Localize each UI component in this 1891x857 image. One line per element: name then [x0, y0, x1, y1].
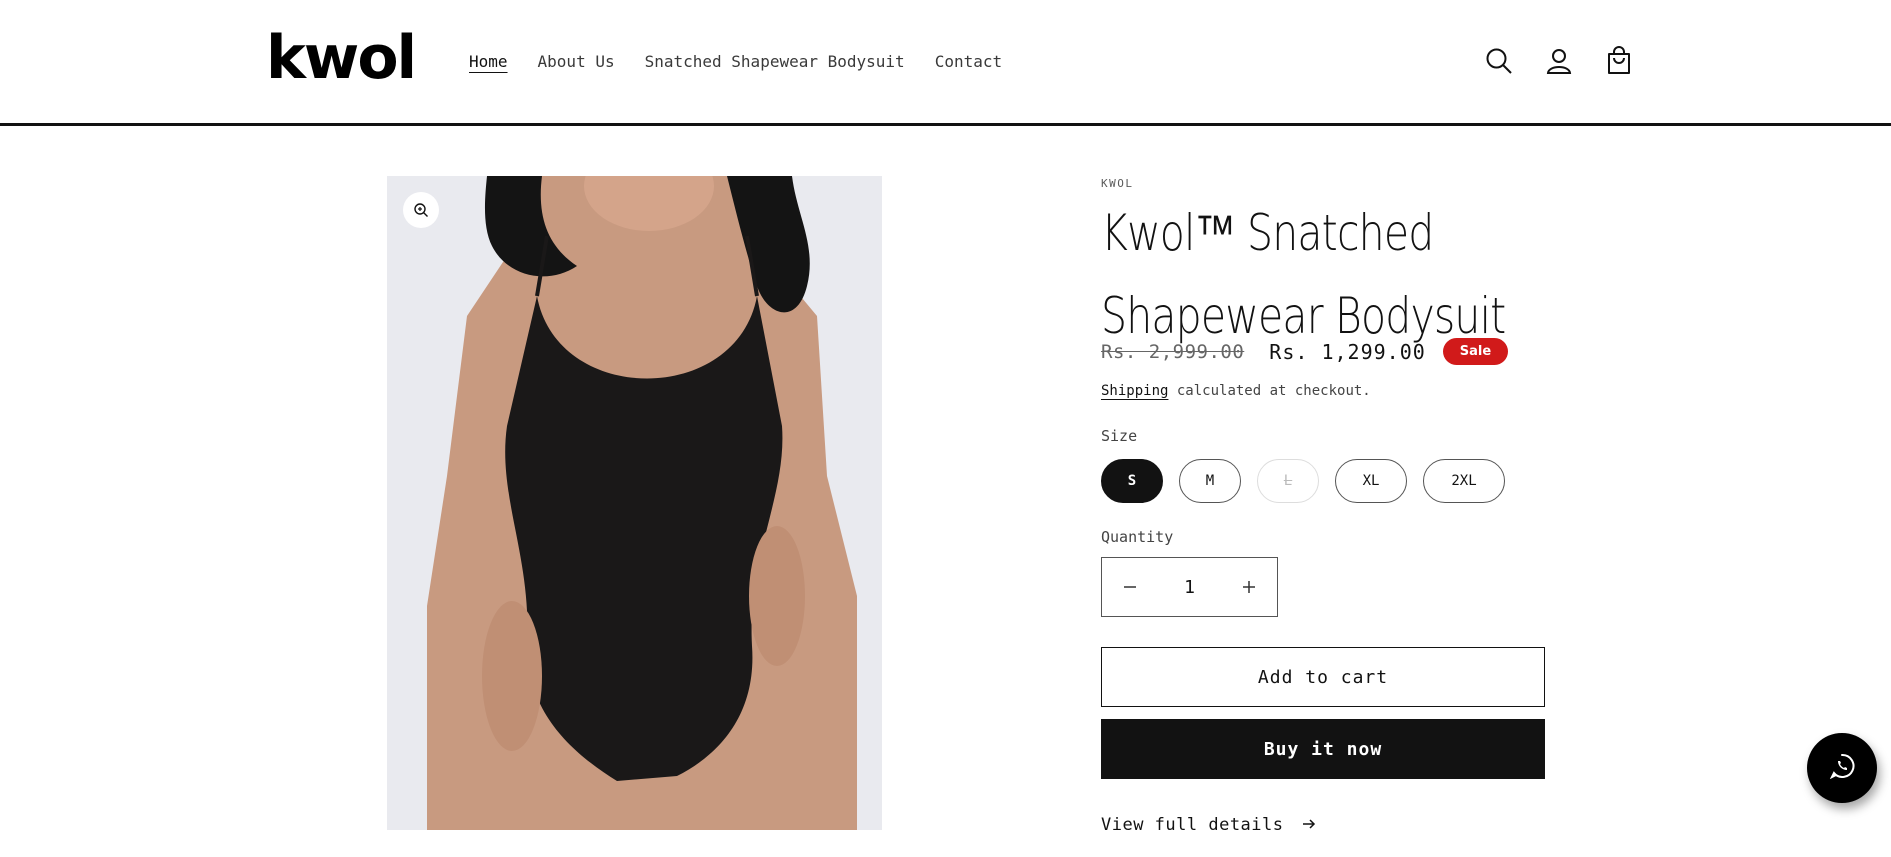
size-label: Size — [1101, 427, 1138, 445]
zoom-icon — [413, 202, 429, 218]
regular-price: Rs. 2,999.00 — [1101, 340, 1245, 363]
product-vendor: KWOL — [1101, 177, 1134, 190]
size-option-2xl[interactable]: 2XL — [1423, 459, 1505, 503]
cart-icon[interactable] — [1604, 46, 1634, 76]
shipping-note: Shipping calculated at checkout. — [1101, 383, 1371, 399]
buy-now-button[interactable]: Buy it now — [1101, 719, 1545, 779]
add-to-cart-button[interactable]: Add to cart — [1101, 647, 1545, 707]
main-nav: Home About Us Snatched Shapewear Bodysui… — [469, 52, 1002, 71]
view-full-details-label: View full details — [1101, 815, 1284, 835]
price-row: Rs. 2,999.00 Rs. 1,299.00 Sale — [1101, 338, 1509, 365]
quantity-label: Quantity — [1101, 528, 1174, 546]
product-image[interactable] — [387, 176, 882, 830]
whatsapp-chat-button[interactable] — [1807, 733, 1877, 803]
whatsapp-icon — [1829, 753, 1855, 783]
nav-snatched-shapewear-bodysuit[interactable]: Snatched Shapewear Bodysuit — [645, 52, 905, 71]
minus-icon — [1123, 575, 1137, 600]
sale-badge: Sale — [1442, 338, 1509, 365]
product-photo-illustration — [387, 176, 882, 830]
size-option-l[interactable]: L — [1257, 459, 1319, 503]
shipping-link[interactable]: Shipping — [1101, 383, 1168, 399]
product-title: Kwol™ Snatched Shapewear Bodysuit — [1101, 204, 1506, 345]
account-icon[interactable] — [1544, 46, 1574, 76]
nav-contact[interactable]: Contact — [935, 52, 1002, 71]
view-full-details-link[interactable]: View full details — [1101, 815, 1316, 835]
size-options: S M L XL 2XL — [1101, 459, 1505, 503]
size-option-xl[interactable]: XL — [1335, 459, 1407, 503]
site-header: kwol Home About Us Snatched Shapewear Bo… — [0, 0, 1891, 126]
nav-about-us[interactable]: About Us — [538, 52, 615, 71]
quantity-decrease-button[interactable] — [1102, 558, 1158, 616]
size-option-s[interactable]: S — [1101, 459, 1163, 503]
nav-home[interactable]: Home — [469, 52, 508, 71]
plus-icon — [1242, 575, 1256, 600]
arrow-right-icon — [1302, 815, 1316, 835]
site-logo[interactable]: kwol — [266, 28, 417, 88]
shipping-text: calculated at checkout. — [1168, 383, 1371, 399]
sale-price: Rs. 1,299.00 — [1269, 339, 1426, 364]
search-icon[interactable] — [1484, 46, 1514, 76]
quantity-input[interactable]: 1 — [1184, 577, 1195, 598]
header-icons — [1484, 46, 1634, 76]
quantity-increase-button[interactable] — [1221, 558, 1277, 616]
zoom-button[interactable] — [403, 192, 439, 228]
size-option-m[interactable]: M — [1179, 459, 1241, 503]
quantity-stepper: 1 — [1101, 557, 1278, 617]
